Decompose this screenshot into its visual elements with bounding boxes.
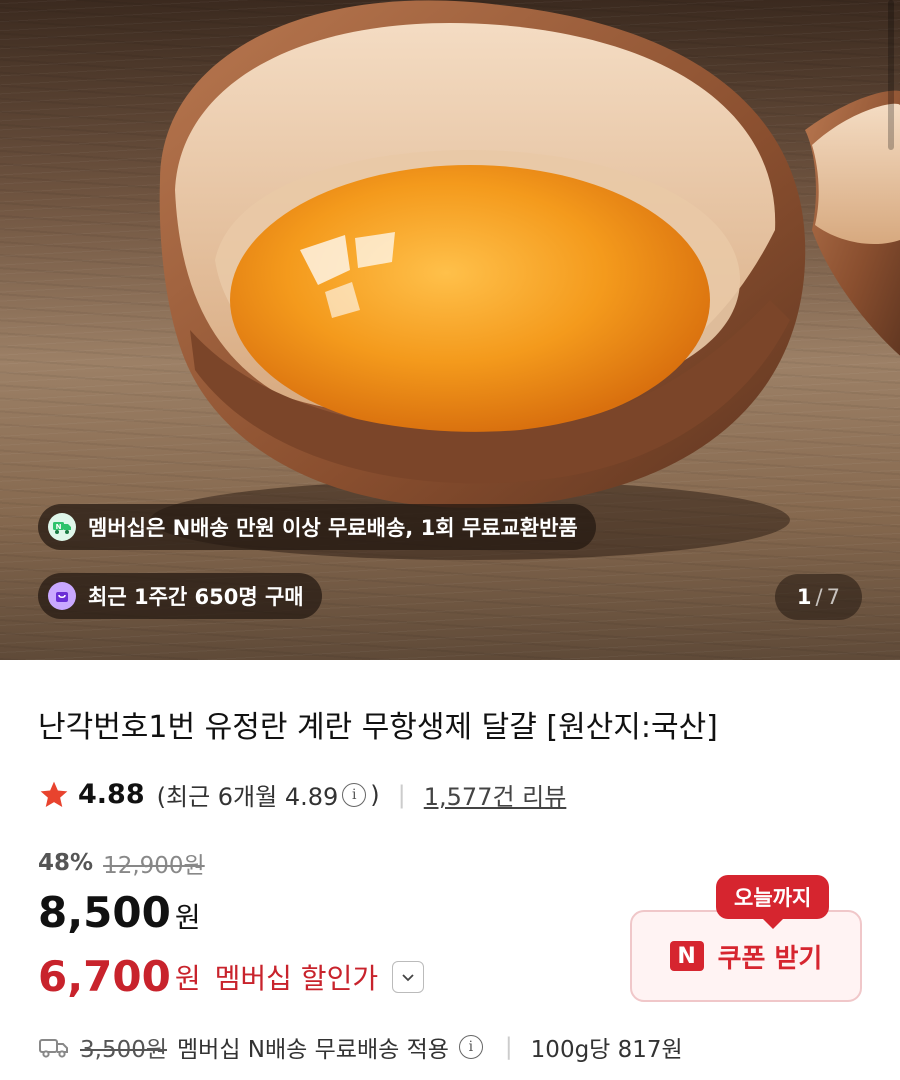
- star-icon: [40, 781, 68, 807]
- membership-badge-text: 멤버십은 N배송 만원 이상 무료배송, 1회 무료교환반품: [88, 516, 578, 540]
- page-scrollbar[interactable]: [888, 0, 894, 150]
- recent-rating-text: (최근 6개월 4.89: [156, 783, 339, 811]
- image-counter-separator: /: [815, 585, 823, 609]
- rating-row: 4.88 (최근 6개월 4.89 i ) | 1,577건 리뷰: [38, 777, 566, 812]
- chevron-down-icon[interactable]: [392, 960, 425, 993]
- delivery-truck-icon: N: [48, 513, 76, 541]
- product-title: 난각번호1번 유정란 계란 무항생제 달걀 [원산지:국산]: [38, 710, 718, 745]
- svg-text:N: N: [56, 523, 62, 531]
- discount-rate: 48%: [38, 850, 94, 876]
- rating-score: 4.88: [78, 779, 145, 810]
- member-price-row: 6,700 원 멤버십 할인가: [38, 952, 425, 1001]
- review-count-link[interactable]: 1,577건 리뷰: [424, 777, 567, 812]
- member-price-value: 6,700: [38, 952, 171, 1001]
- sale-price-value: 8,500: [38, 888, 171, 937]
- shopping-bag-icon: [48, 582, 76, 610]
- original-shipping-fee: 3,500원: [80, 1037, 168, 1063]
- membership-badge[interactable]: N 멤버십은 N배송 만원 이상 무료배송, 1회 무료교환반품: [38, 504, 596, 550]
- shipping-row: 3,500원 멤버십 N배송 무료배송 적용 i | 100g당 817원: [38, 1030, 683, 1064]
- sale-price-currency: 원: [174, 901, 201, 934]
- product-photo: [150, 0, 900, 560]
- recent-purchase-badge: 최근 1주간 650명 구매: [38, 573, 322, 619]
- image-counter: 1 / 7: [774, 574, 862, 620]
- coupon-section: 오늘까지 N 쿠폰 받기: [630, 875, 862, 1002]
- coupon-button[interactable]: N 쿠폰 받기: [630, 910, 862, 1002]
- image-counter-total: 7: [826, 585, 840, 609]
- member-price-label: 멤버십 할인가: [214, 961, 379, 995]
- image-counter-current: 1: [796, 585, 812, 609]
- recent-rating: (최근 6개월 4.89 i ): [157, 777, 380, 812]
- info-icon[interactable]: i: [342, 782, 367, 807]
- unit-price: 100g당 817원: [530, 1037, 683, 1063]
- member-price-currency: 원: [174, 961, 201, 995]
- recent-purchase-text: 최근 1주간 650명 구매: [88, 585, 304, 609]
- shipping-info-icon[interactable]: i: [458, 1035, 483, 1059]
- coupon-button-label: 쿠폰 받기: [717, 943, 823, 974]
- shipping-label: 멤버십 N배송 무료배송 적용: [177, 1037, 449, 1063]
- product-image-gallery[interactable]: N 멤버십은 N배송 만원 이상 무료배송, 1회 무료교환반품 최근 1주간 …: [0, 0, 900, 660]
- discount-row: 48% 12,900원: [38, 846, 205, 880]
- original-price: 12,900원: [103, 853, 205, 879]
- shipping-divider: |: [504, 1034, 513, 1060]
- naver-n-icon: N: [669, 941, 704, 971]
- recent-rating-close: ): [370, 780, 380, 809]
- coupon-deadline-tag: 오늘까지: [716, 875, 830, 929]
- sale-price: 8,500 원: [38, 888, 201, 937]
- shipping-truck-icon: [39, 1039, 68, 1058]
- rating-divider: |: [397, 780, 406, 809]
